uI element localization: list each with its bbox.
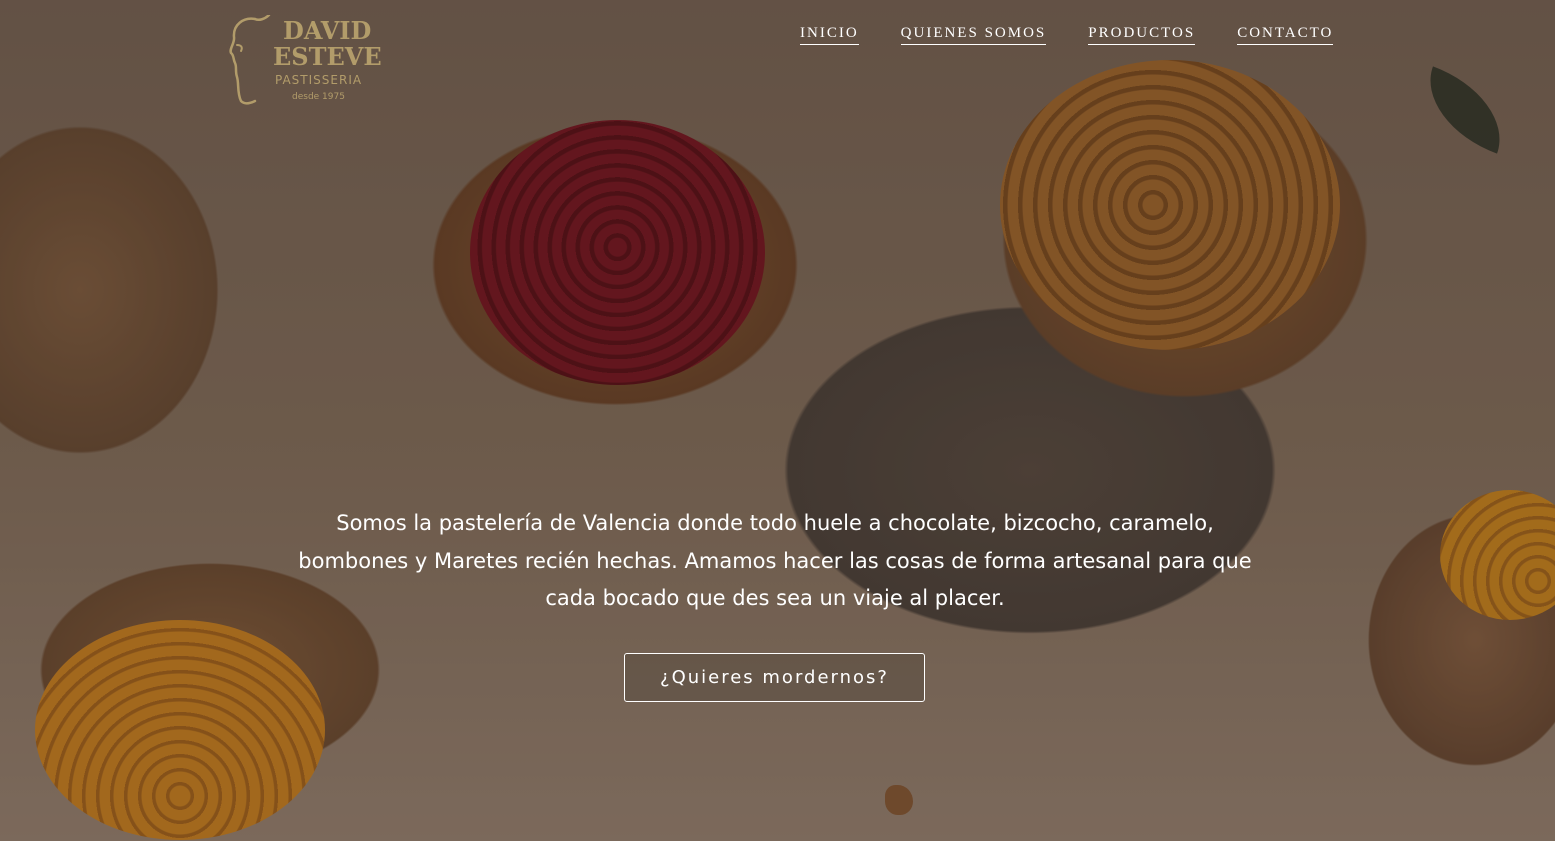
main-navigation: INICIO QUIENES SOMOS PRODUCTOS CONTACTO <box>800 25 1334 45</box>
nav-item-inicio[interactable]: INICIO <box>800 25 859 45</box>
brand-subtitle: PASTISSERIA <box>275 73 363 87</box>
brand-name-line1: DAVID <box>283 16 372 45</box>
hero-dark-overlay <box>0 0 1555 841</box>
nav-item-quienes-somos[interactable]: QUIENES SOMOS <box>900 25 1047 45</box>
nav-item-contacto[interactable]: CONTACTO <box>1237 25 1334 45</box>
hero-section: DAVID ESTEVE PASTISSERIA desde 1975 INIC… <box>0 0 1555 841</box>
brand-since: desde 1975 <box>292 92 345 102</box>
nav-item-productos[interactable]: PRODUCTOS <box>1088 25 1196 45</box>
cta-button[interactable]: ¿Quieres mordernos? <box>624 653 925 702</box>
brand-logo[interactable]: DAVID ESTEVE PASTISSERIA desde 1975 <box>225 15 382 107</box>
hero-tagline: Somos la pastelería de Valencia donde to… <box>298 511 1252 610</box>
brand-name-line2: ESTEVE <box>273 42 382 71</box>
profile-face-logo-icon <box>229 15 271 105</box>
